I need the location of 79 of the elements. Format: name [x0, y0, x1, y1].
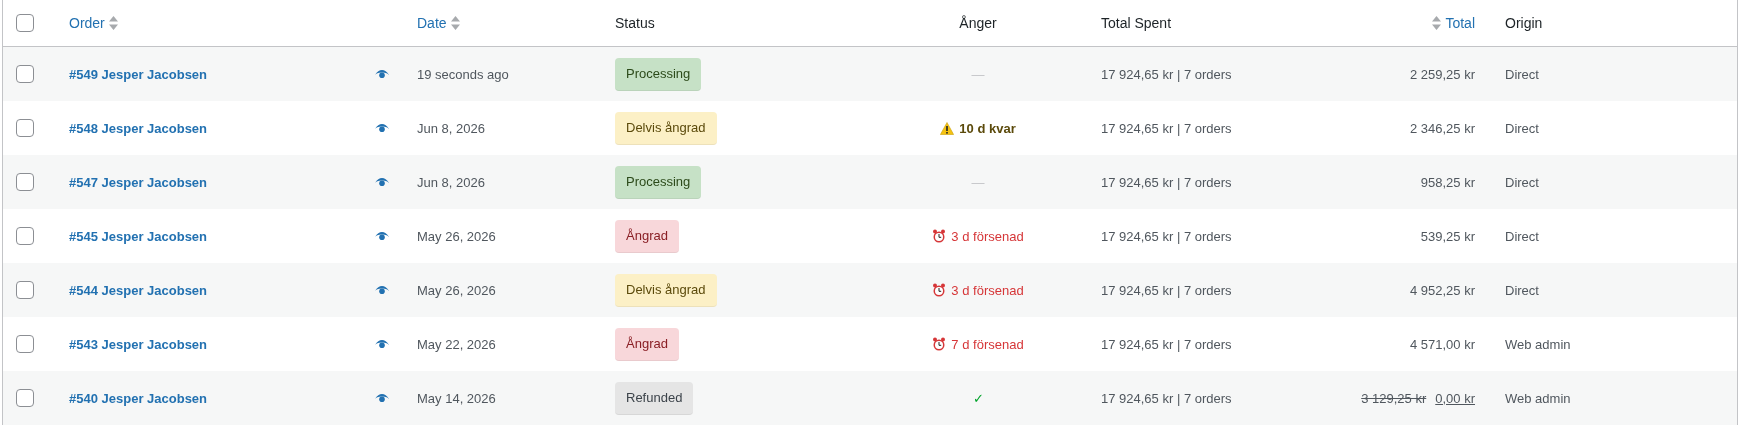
sort-icon[interactable] [450, 16, 460, 30]
order-total: 2 346,25 kr [1409, 120, 1475, 136]
checkbox[interactable] [16, 65, 34, 83]
total-spent: 17 924,65 kr | 7 orders [1101, 228, 1232, 244]
status-badge: Processing [615, 165, 702, 199]
order-origin: Direct [1505, 120, 1539, 136]
order-link[interactable]: #540 Jesper Jacobsen [69, 390, 208, 406]
order-total: 4 952,25 kr [1409, 282, 1475, 298]
order-origin: Web admin [1505, 390, 1571, 406]
order-total: 539,25 kr [1420, 228, 1475, 244]
status-badge: Ångrad [615, 327, 679, 361]
order-total: 4 571,00 kr [1409, 336, 1475, 352]
eye-icon[interactable] [375, 339, 389, 349]
checkbox[interactable] [16, 119, 34, 137]
order-link[interactable]: #548 Jesper Jacobsen [69, 120, 208, 136]
column-header: Total Spent [1101, 15, 1172, 31]
status-badge: Refunded [615, 381, 694, 415]
withdrawal-status: 3 d försenad [951, 228, 1024, 244]
checkbox[interactable] [16, 335, 34, 353]
order-link[interactable]: #549 Jesper Jacobsen [69, 66, 208, 82]
order-link[interactable]: #547 Jesper Jacobsen [69, 174, 208, 190]
order-link[interactable]: #543 Jesper Jacobsen [69, 336, 208, 352]
column-header: Status [615, 15, 655, 31]
column-header: Ånger [959, 15, 997, 31]
withdrawal-status: 7 d försenad [951, 336, 1024, 352]
order-date: May 26, 2026 [417, 282, 496, 298]
eye-icon[interactable] [375, 123, 389, 133]
eye-icon[interactable] [375, 285, 389, 295]
withdrawal-status: — [971, 174, 985, 190]
total-spent: 17 924,65 kr | 7 orders [1101, 282, 1232, 298]
total-spent: 17 924,65 kr | 7 orders [1101, 390, 1232, 406]
order-origin: Direct [1505, 174, 1539, 190]
order-link[interactable]: #545 Jesper Jacobsen [69, 228, 208, 244]
withdrawal-status: 10 d kvar [959, 120, 1016, 136]
column-header: Origin [1505, 15, 1543, 31]
checkbox[interactable] [16, 281, 34, 299]
sort-icon[interactable] [108, 16, 118, 30]
alarm-clock-icon [932, 283, 947, 297]
order-date: 19 seconds ago [417, 66, 509, 82]
status-badge: Ångrad [615, 219, 679, 253]
alarm-clock-icon [932, 337, 947, 351]
column-header[interactable]: Order [69, 15, 118, 31]
alarm-clock-icon [932, 229, 947, 243]
order-origin: Direct [1505, 228, 1539, 244]
sort-icon[interactable] [1432, 16, 1442, 30]
original-total: 3 129,25 kr [1361, 390, 1427, 406]
order-date: May 26, 2026 [417, 228, 496, 244]
column-header[interactable]: Date [417, 15, 460, 31]
total-spent: 17 924,65 kr | 7 orders [1101, 336, 1232, 352]
order-origin: Direct [1505, 282, 1539, 298]
withdrawal-status: — [971, 66, 985, 82]
checkbox[interactable] [16, 14, 34, 32]
eye-icon[interactable] [375, 231, 389, 241]
order-date: Jun 8, 2026 [417, 120, 485, 136]
column-header[interactable]: Total [1432, 15, 1475, 31]
eye-icon[interactable] [375, 177, 389, 187]
withdrawal-status: ✓ [972, 390, 984, 406]
order-total: 0,00 kr [1435, 390, 1475, 406]
eye-icon[interactable] [375, 69, 389, 79]
total-spent: 17 924,65 kr | 7 orders [1101, 66, 1232, 82]
withdrawal-status: 3 d försenad [951, 282, 1024, 298]
eye-icon[interactable] [375, 393, 389, 403]
order-date: May 14, 2026 [417, 390, 496, 406]
order-origin: Direct [1505, 66, 1539, 82]
total-spent: 17 924,65 kr | 7 orders [1101, 120, 1232, 136]
status-badge: Processing [615, 57, 702, 91]
warning-icon [940, 121, 955, 135]
status-badge: Delvis ångrad [615, 111, 717, 145]
status-badge: Delvis ångrad [615, 273, 717, 307]
order-total: 2 259,25 kr [1409, 66, 1475, 82]
order-date: May 22, 2026 [417, 336, 496, 352]
order-date: Jun 8, 2026 [417, 174, 485, 190]
order-origin: Web admin [1505, 336, 1571, 352]
checkbox[interactable] [16, 227, 34, 245]
checkbox[interactable] [16, 173, 34, 191]
order-link[interactable]: #544 Jesper Jacobsen [69, 282, 208, 298]
total-spent: 17 924,65 kr | 7 orders [1101, 174, 1232, 190]
checkbox[interactable] [16, 389, 34, 407]
order-total: 958,25 kr [1420, 174, 1475, 190]
